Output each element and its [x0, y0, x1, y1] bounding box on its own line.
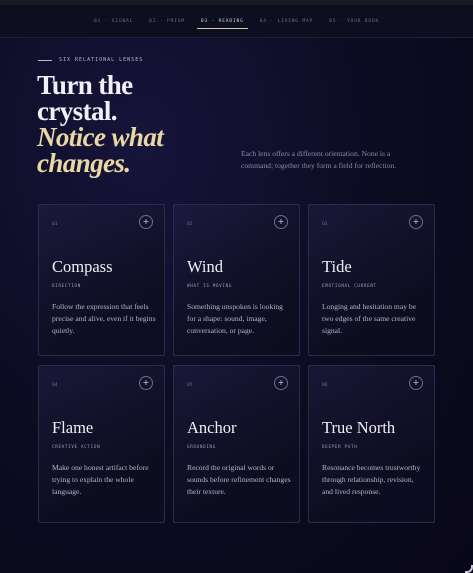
intro-text: Each lens offers a different orientation…	[241, 149, 397, 170]
card-number: 04	[52, 383, 58, 388]
page-headline: Turn the crystal. Notice what changes.	[37, 70, 237, 178]
card-subtitle: DIRECTION	[52, 283, 81, 288]
card-title: Anchor	[187, 418, 237, 437]
top-navigation: 01 · SIGNAL 02 · PRISM 03 · READING 04 ·…	[0, 5, 473, 38]
card-description: Make one honest artifact before trying t…	[52, 463, 149, 496]
card-title: True North	[322, 418, 396, 437]
card-description: Resonance becomes trustworthy through re…	[322, 463, 421, 496]
card-number: 06	[322, 383, 328, 388]
headline-line-3: Notice what	[37, 122, 164, 152]
lens-card-true-north[interactable]: 06 + True North DEEPER PATH Resonance be…	[308, 365, 435, 523]
card-title: Compass	[52, 257, 113, 276]
main-section: SIX RELATIONAL LENSES Turn the crystal. …	[0, 38, 473, 573]
card-subtitle: EMOTIONAL CURRENT	[322, 283, 377, 288]
card-subtitle: DEEPER PATH	[322, 444, 358, 449]
nav-item-prism[interactable]: 02 · PRISM	[149, 15, 185, 28]
nav-item-reading[interactable]: 03 · READING	[196, 15, 248, 29]
lens-card-anchor[interactable]: 05 + Anchor GROUNDING Record the origina…	[173, 365, 300, 523]
card-description: Record the original words or sounds befo…	[187, 463, 291, 496]
eyebrow-line	[38, 59, 52, 61]
expand-plus-icon[interactable]: +	[274, 215, 288, 229]
lens-card-wind[interactable]: 02 + Wind WHAT IS MOVING Something unspo…	[173, 204, 300, 356]
card-subtitle: WHAT IS MOVING	[187, 283, 233, 288]
card-subtitle: CREATIVE ACTION	[52, 444, 101, 449]
card-title: Wind	[187, 257, 223, 276]
lens-grid: 01 + Compass DIRECTION Follow the expres…	[38, 204, 435, 523]
card-description: Longing and hesitation may be two edges …	[322, 302, 417, 335]
expand-plus-icon[interactable]: +	[139, 215, 153, 229]
headline-line-4: changes.	[37, 148, 131, 178]
expand-plus-icon[interactable]: +	[409, 215, 423, 229]
card-number: 01	[52, 222, 58, 227]
card-description: Something unspoken is looking for a shap…	[187, 302, 283, 335]
nav-item-your-book[interactable]: 05 · YOUR BOOK	[329, 15, 379, 28]
card-number: 03	[322, 222, 328, 227]
card-title: Flame	[52, 418, 94, 437]
headline-line-1: Turn the	[37, 70, 133, 100]
card-title: Tide	[322, 257, 352, 276]
card-number: 02	[187, 222, 193, 227]
expand-plus-icon[interactable]: +	[409, 376, 423, 390]
lens-card-tide[interactable]: 03 + Tide EMOTIONAL CURRENT Longing and …	[308, 204, 435, 356]
section-eyebrow: SIX RELATIONAL LENSES	[38, 57, 143, 63]
card-number: 05	[187, 383, 193, 388]
card-subtitle: GROUNDING	[187, 444, 216, 449]
expand-plus-icon[interactable]: +	[274, 376, 288, 390]
expand-plus-icon[interactable]: +	[139, 376, 153, 390]
nav-item-living-map[interactable]: 04 · LIVING MAP	[260, 15, 314, 28]
eyebrow-label: SIX RELATIONAL LENSES	[59, 57, 144, 63]
nav-item-signal[interactable]: 01 · SIGNAL	[94, 15, 133, 28]
lens-card-compass[interactable]: 01 + Compass DIRECTION Follow the expres…	[38, 204, 165, 356]
headline-line-2: crystal.	[37, 96, 118, 126]
lens-card-flame[interactable]: 04 + Flame CREATIVE ACTION Make one hone…	[38, 365, 165, 523]
card-description: Follow the expression that feels precise…	[52, 302, 156, 335]
